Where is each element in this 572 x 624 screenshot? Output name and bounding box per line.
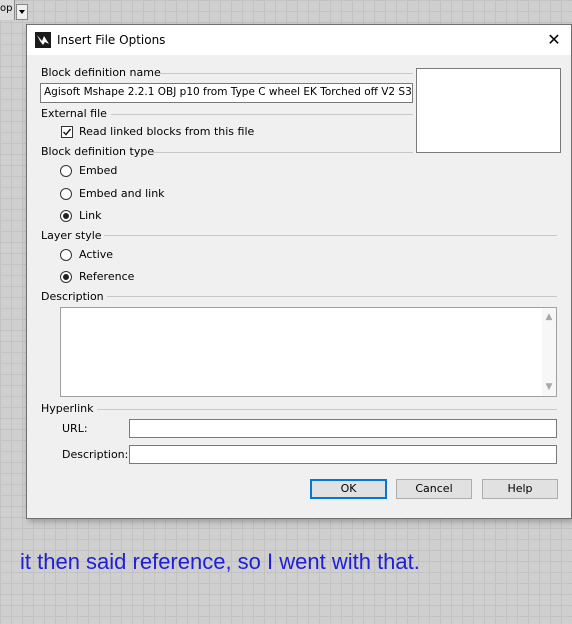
- dropdown-arrow-icon[interactable]: [16, 4, 28, 20]
- dialog-title: Insert File Options: [57, 33, 166, 47]
- close-icon: ✕: [547, 30, 561, 49]
- active-label[interactable]: Active: [79, 248, 113, 261]
- ok-button[interactable]: OK: [310, 479, 387, 499]
- section-divider: [104, 235, 557, 236]
- section-divider: [97, 409, 557, 410]
- section-divider: [107, 296, 557, 297]
- cancel-button[interactable]: Cancel: [396, 479, 472, 499]
- section-divider: [157, 73, 413, 74]
- description-section-label: Description: [41, 290, 104, 303]
- block-definition-name-label: Block definition name: [41, 66, 161, 79]
- layer-style-label: Layer style: [41, 229, 102, 242]
- help-button[interactable]: Help: [482, 479, 558, 499]
- embed-label[interactable]: Embed: [79, 164, 117, 177]
- embed-radio[interactable]: [60, 165, 72, 177]
- description-scrollbar[interactable]: ▲ ▼: [542, 308, 556, 396]
- title-bar: Insert File Options ✕: [27, 25, 571, 55]
- section-divider: [149, 152, 413, 153]
- hyperlink-section-label: Hyperlink: [41, 402, 94, 415]
- embed-and-link-radio[interactable]: [60, 188, 72, 200]
- hyperlink-description-field[interactable]: [129, 445, 557, 464]
- reference-label[interactable]: Reference: [79, 270, 134, 283]
- url-label: URL:: [62, 422, 88, 435]
- link-label[interactable]: Link: [79, 209, 102, 222]
- block-definition-name-field[interactable]: Agisoft Mshape 2.2.1 OBJ p10 from Type C…: [40, 83, 413, 103]
- insert-file-options-dialog: Insert File Options ✕ Block definition n…: [26, 24, 572, 519]
- close-button[interactable]: ✕: [537, 25, 571, 55]
- hyperlink-description-label: Description:: [62, 448, 129, 461]
- embed-and-link-label[interactable]: Embed and link: [79, 187, 165, 200]
- block-preview: [416, 68, 561, 153]
- read-linked-blocks-label[interactable]: Read linked blocks from this file: [79, 125, 254, 138]
- toolbar-fragment-label: op: [0, 0, 15, 20]
- annotation-caption: it then said reference, so I went with t…: [20, 549, 420, 574]
- url-field[interactable]: [129, 419, 557, 438]
- rhino-app-icon: [35, 32, 51, 48]
- section-divider: [111, 114, 413, 115]
- description-textarea[interactable]: ▲ ▼: [60, 307, 557, 397]
- active-radio[interactable]: [60, 249, 72, 261]
- block-definition-type-label: Block definition type: [41, 145, 155, 158]
- scroll-up-icon[interactable]: ▲: [542, 310, 556, 324]
- link-radio[interactable]: [60, 210, 72, 222]
- scroll-down-icon[interactable]: ▼: [542, 380, 556, 394]
- read-linked-blocks-checkbox[interactable]: [61, 126, 73, 138]
- reference-radio[interactable]: [60, 271, 72, 283]
- external-file-label: External file: [41, 107, 107, 120]
